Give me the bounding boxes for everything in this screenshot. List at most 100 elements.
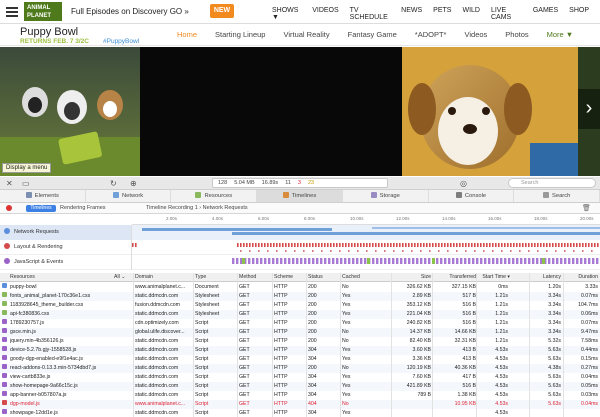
layout-tick [291,243,293,247]
table-row[interactable]: api-fc380836.css static.ddmcdn.com Stylesh… [0,310,600,319]
cell-duration: 0.27ms [580,365,598,371]
close-icon[interactable]: ✕ [6,179,13,188]
timeline-row-label[interactable]: JavaScript & Events [0,255,132,270]
top-nav-link[interactable]: GAMES [533,7,558,21]
cell-method: GET [239,383,250,389]
show-nav-item[interactable]: *ADOPT* [415,30,447,39]
cell-type: Script [195,392,209,398]
timelines-icon [282,192,289,199]
show-nav-item[interactable]: More ▼ [547,30,574,39]
table-row[interactable]: device-5.2.7b.gjy-1558528.js static.ddmcd… [0,346,600,355]
timeline-row-label[interactable]: Layout & Rendering [0,240,132,255]
chevron-right-icon[interactable]: › [578,89,600,129]
table-row[interactable]: show-homepage-9a66c15c.js static.ddmcdn.c… [0,382,600,391]
show-nav-item[interactable]: Videos [464,30,487,39]
script-tick [596,258,599,264]
table-row[interactable]: fonts_animal_planet-170c36e1.css static.d… [0,292,600,301]
cell-scheme: HTTP [274,392,288,398]
tab-timelines[interactable]: Timelines [257,190,343,202]
table-row[interactable]: gsce.min.js global.ulife.discover... Scrip… [0,328,600,337]
cell-name: view-cartb833e.js [10,374,51,380]
header-scheme[interactable]: Scheme [274,273,306,282]
header-duration[interactable]: Duration [565,273,598,282]
header-domain[interactable]: Domain [135,273,193,282]
devtools-search-input[interactable]: Search [508,178,596,188]
show-nav-item[interactable]: Fantasy Game [348,30,397,39]
timeline-row-label[interactable]: Network Requests [0,225,132,240]
script-tick [408,258,411,264]
camera-icon[interactable]: ◎ [460,179,467,188]
table-row[interactable]: puppy-bowl www.animalplanet.c... Document G… [0,283,600,292]
header-resources[interactable]: Resources [10,273,124,282]
file-type-icon [2,328,7,333]
header-latency[interactable]: Latency [531,273,561,282]
layout-tick [267,250,269,252]
tab-network[interactable]: Network [86,190,172,202]
tab-resources[interactable]: Resources [171,190,258,202]
animal-planet-logo[interactable]: ANIMAL PLANET [24,2,62,21]
layout-tick [498,243,500,247]
hero-banner[interactable]: Display a menu › [0,47,600,176]
table-row[interactable]: 1183928645_theme_builder.css fusion.ddmcd… [0,301,600,310]
cell-scheme: HTTP [274,284,288,290]
record-icon[interactable] [6,205,12,211]
layout-tick [510,243,512,247]
layout-tick [285,250,287,252]
table-row[interactable]: showpage-12dd1e.js static.ddmcdn.com Scrip… [0,409,600,417]
tab-storage[interactable]: Storage [343,190,429,202]
top-nav-link[interactable]: WILD [462,7,480,21]
hamburger-menu-icon[interactable] [6,5,18,19]
show-nav-item[interactable]: Home [177,30,197,39]
cell-status: 200 [308,365,317,371]
header-type[interactable]: Type [195,273,237,282]
dock-icon[interactable]: ▭ [22,179,30,188]
show-hashtag[interactable]: #PuppyBowl [103,38,139,45]
layout-tick [267,243,269,247]
top-nav-link[interactable]: NEWS [401,7,422,21]
top-nav-link[interactable]: LIVE CAMS [491,7,522,21]
cell-type: Document [195,284,219,290]
top-nav-link[interactable]: SHOP [569,7,589,21]
show-nav-item[interactable]: Photos [505,30,528,39]
table-row[interactable]: app-banner-b057807a.js static.ddmcdn.com S… [0,391,600,400]
header-size[interactable]: Size [393,273,431,282]
tab-console[interactable]: Console [429,190,515,202]
timelines-button[interactable]: Timelines [26,205,56,212]
show-nav-item[interactable]: Virtual Reality [283,30,329,39]
cell-method: GET [239,320,250,326]
breadcrumb-recording[interactable]: Timeline Recording 1 [146,205,198,211]
cell-domain: static.ddmcdn.com [135,347,179,353]
discovery-go-promo-link[interactable]: Full Episodes on Discovery GO » [71,7,189,16]
table-row[interactable]: react-addons-0.13.3.min-5734dbd7.js stati… [0,364,600,373]
new-badge: NEW [210,4,234,18]
tab-elements[interactable]: Elements [0,190,86,202]
table-row[interactable]: dgp-model.js www.animalplanet.c... Script G… [0,400,600,409]
breadcrumb-view[interactable]: Network Requests [203,205,248,211]
timeline-graph[interactable] [132,225,600,272]
reload-icon[interactable]: ↻ [110,179,117,188]
table-row[interactable]: goody-dgp-enabled-e9f1e4ac.js static.ddmc… [0,355,600,364]
layout-tick [423,243,425,247]
inspect-icon[interactable]: ⊕ [130,179,137,188]
page-stats-bar[interactable]: 128 5.04 MB 16.89s 11 3 23 [212,178,388,188]
header-status[interactable]: Status [308,273,340,282]
show-nav-item[interactable]: Starting Lineup [215,30,265,39]
tab-search[interactable]: Search [514,190,600,202]
header-method[interactable]: Method [239,273,273,282]
rendering-frames-button[interactable]: Rendering Frames [60,205,106,211]
top-nav-link[interactable]: TV SCHEDULE [350,7,391,21]
header-cached[interactable]: Cached [342,273,392,282]
top-nav-link[interactable]: SHOWS ▼ [272,7,301,21]
trash-icon[interactable]: 🗑 [582,204,591,212]
show-title[interactable]: Puppy Bowl [20,26,78,38]
top-nav-link[interactable]: PETS [433,7,451,21]
header-filter-all[interactable]: All ⌄ [114,273,134,282]
table-row[interactable]: jquery.min-4b356126.js static.ddmcdn.com S… [0,337,600,346]
table-row[interactable]: 1789230757.js cdn.optimizely.com Script GET… [0,319,600,328]
table-row[interactable]: view-cartb833e.js static.ddmcdn.com Script… [0,373,600,382]
ruler-tick-label: 8.00s [304,216,316,221]
layout-tick [429,250,431,252]
cell-domain: static.ddmcdn.com [135,356,179,362]
top-nav-link[interactable]: VIDEOS [312,7,338,21]
tab-label: Timelines [291,193,317,199]
